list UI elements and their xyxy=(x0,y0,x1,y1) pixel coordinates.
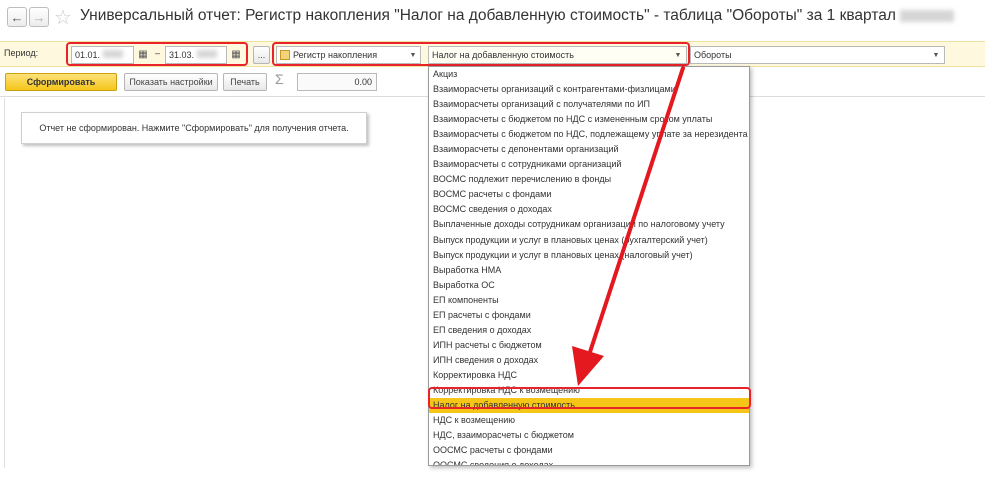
dropdown-item[interactable]: Взаиморасчеты организаций с получателями… xyxy=(429,97,749,112)
favorite-star-icon[interactable]: ☆ xyxy=(54,5,72,30)
dropdown-item[interactable]: Взаиморасчеты с сотрудниками организаций xyxy=(429,157,749,172)
dropdown-item[interactable]: ВОСМС расчеты с фондами xyxy=(429,187,749,202)
dropdown-item[interactable]: Взаиморасчеты организаций с контрагентам… xyxy=(429,82,749,97)
dropdown-item[interactable]: ВОСМС подлежит перечислению в фонды xyxy=(429,172,749,187)
sum-value: 0.00 xyxy=(354,77,372,87)
window-title: Универсальный отчет: Регистр накопления … xyxy=(80,7,955,29)
chevron-down-icon[interactable]: ▼ xyxy=(928,47,944,63)
dropdown-item[interactable]: ООСМС сведения о доходах xyxy=(429,458,749,465)
forward-button[interactable]: → xyxy=(29,7,49,27)
dropdown-item[interactable]: Взаиморасчеты с депонентами организаций xyxy=(429,142,749,157)
forward-arrow-icon: → xyxy=(32,9,46,25)
dropdown-item[interactable]: Акциз xyxy=(429,67,749,82)
period-label: Период: xyxy=(4,48,39,58)
dropdown-item[interactable]: ЕП расчеты с фондами xyxy=(429,308,749,323)
dropdown-item[interactable]: ООСМС расчеты с фондами xyxy=(429,443,749,458)
dropdown-item[interactable]: Корректировка НДС xyxy=(429,368,749,383)
selected-item-highlight-box xyxy=(428,387,751,409)
table-select[interactable]: Обороты xyxy=(690,46,945,64)
dropdown-item[interactable]: Выпуск продукции и услуг в плановых цена… xyxy=(429,248,749,263)
register-highlight-box xyxy=(272,42,690,66)
back-arrow-icon: ← xyxy=(10,9,24,25)
report-empty-message: Отчет не сформирован. Нажмите "Сформиров… xyxy=(21,112,367,144)
report-left-border xyxy=(4,98,5,468)
period-more-button[interactable]: ... xyxy=(253,46,270,64)
sum-field: 0.00 xyxy=(297,73,377,91)
show-settings-button[interactable]: Показать настройки xyxy=(124,73,218,91)
dropdown-item[interactable]: НДС к возмещению xyxy=(429,413,749,428)
table-value: Обороты xyxy=(694,50,732,60)
dropdown-item[interactable]: ЕП компоненты xyxy=(429,293,749,308)
dropdown-item[interactable]: Взаиморасчеты с бюджетом по НДС, подлежа… xyxy=(429,127,749,142)
window-title-text: Универсальный отчет: Регистр накопления … xyxy=(80,7,896,24)
dropdown-item[interactable]: ИПН расчеты с бюджетом xyxy=(429,338,749,353)
sum-icon: Σ xyxy=(275,71,284,87)
back-button[interactable]: ← xyxy=(7,7,27,27)
print-button[interactable]: Печать xyxy=(223,73,267,91)
dropdown-item[interactable]: НДС, взаиморасчеты с бюджетом xyxy=(429,428,749,443)
dropdown-item[interactable]: Выработка НМА xyxy=(429,263,749,278)
dropdown-item[interactable]: ЕП сведения о доходах xyxy=(429,323,749,338)
generate-button[interactable]: Сформировать xyxy=(5,73,117,91)
dropdown-item[interactable]: ИПН сведения о доходах xyxy=(429,353,749,368)
dropdown-item[interactable]: Взаиморасчеты с бюджетом по НДС с измене… xyxy=(429,112,749,127)
report-empty-text: Отчет не сформирован. Нажмите "Сформиров… xyxy=(39,123,349,133)
dropdown-item[interactable]: Выплаченные доходы сотрудникам организац… xyxy=(429,217,749,232)
year-redacted xyxy=(900,9,955,22)
dropdown-item[interactable]: Выпуск продукции и услуг в плановых цена… xyxy=(429,233,749,248)
period-highlight-box xyxy=(66,42,248,66)
dropdown-item[interactable]: Выработка ОС xyxy=(429,278,749,293)
dropdown-item[interactable]: ВОСМС сведения о доходах xyxy=(429,202,749,217)
